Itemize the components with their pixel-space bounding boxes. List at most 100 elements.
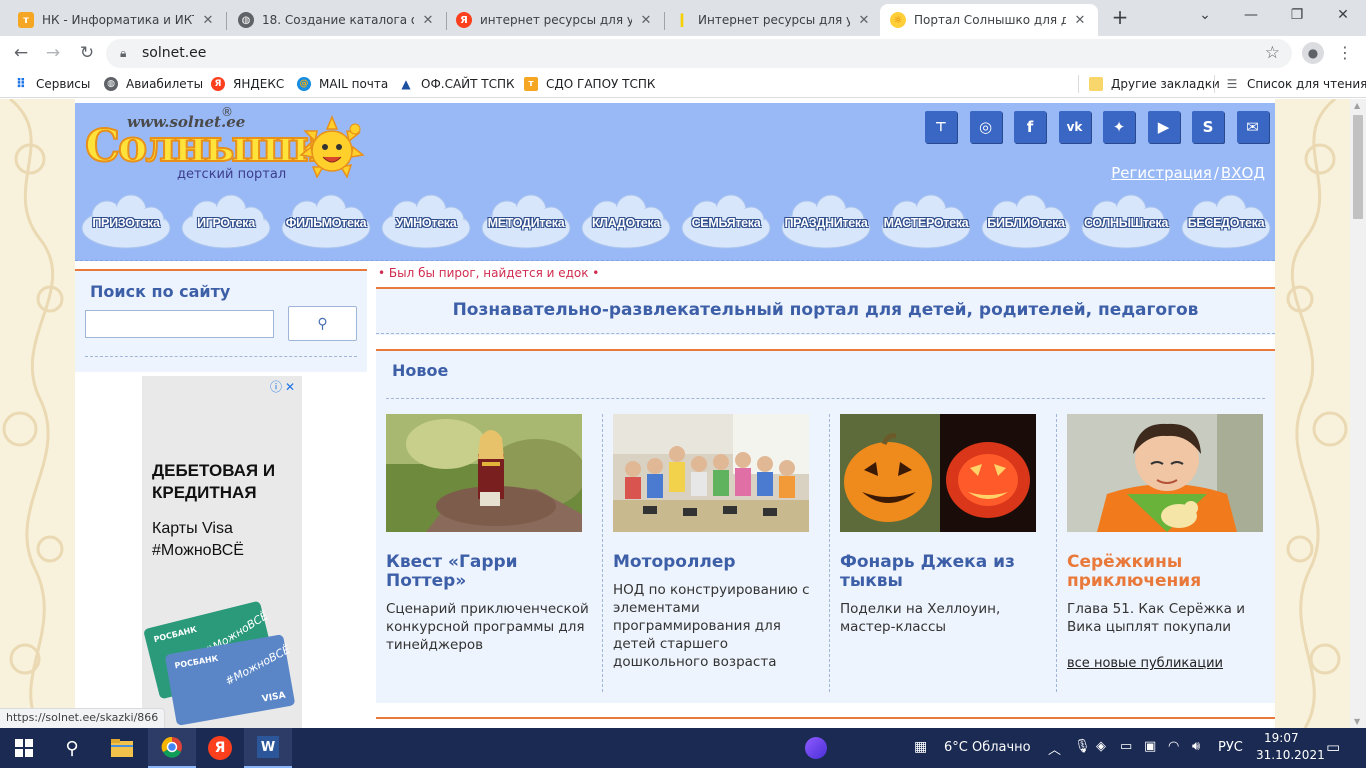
nav-item[interactable]: ПРАЗДНИтека bbox=[779, 194, 873, 254]
close-tab-icon[interactable]: ✕ bbox=[638, 13, 654, 28]
news-card[interactable]: Квест «Гарри Поттер» Сценарий приключенч… bbox=[376, 414, 603, 692]
close-tab-icon[interactable]: ✕ bbox=[200, 13, 216, 28]
bookmark-star-icon[interactable]: ☆ bbox=[1265, 43, 1280, 63]
news-image[interactable] bbox=[840, 414, 1036, 532]
scroll-down-icon[interactable]: ▼ bbox=[1354, 717, 1360, 726]
bookmark-item[interactable]: Я ЯНДЕКС bbox=[211, 75, 284, 93]
file-explorer-button[interactable] bbox=[98, 728, 146, 768]
alice-button[interactable] bbox=[792, 728, 840, 768]
browser-tab[interactable]: Я интернет ресурсы для учите ✕ bbox=[446, 4, 664, 36]
nav-item[interactable]: МАСТЕРОтека bbox=[879, 194, 973, 254]
microphone-icon[interactable]: 🎙︎ bbox=[1074, 739, 1091, 754]
ad-choices-icon[interactable]: ⓘ✕ bbox=[270, 378, 298, 395]
bookmark-item[interactable]: ▲ ОФ.САЙТ ТСПК bbox=[399, 75, 514, 93]
search-button[interactable]: ⚲ bbox=[288, 306, 357, 341]
weather-text[interactable]: 6°C Облачно bbox=[944, 740, 1031, 755]
news-card-title[interactable]: Фонарь Джека из тыквы bbox=[840, 553, 1045, 591]
yandex-icon: Я bbox=[456, 12, 472, 28]
nav-item[interactable]: МЕТОДИтека bbox=[479, 194, 573, 254]
windows-icon bbox=[15, 739, 33, 757]
bookmark-item[interactable]: ⠿ Сервисы bbox=[14, 75, 90, 93]
site-logo[interactable]: www.solnet.ee ® Солнышк детский портал bbox=[84, 105, 375, 185]
network-icon[interactable]: ▣ bbox=[1144, 739, 1156, 754]
news-image[interactable] bbox=[613, 414, 809, 532]
bookmark-item[interactable]: @ MAIL почта bbox=[297, 75, 388, 93]
lock-icon[interactable]: 🔒︎ bbox=[120, 46, 126, 61]
nav-item[interactable]: КЛАДОтека bbox=[579, 194, 673, 254]
restore-button[interactable]: ❐ bbox=[1274, 0, 1320, 30]
other-bookmarks[interactable]: Другие закладки bbox=[1078, 75, 1220, 93]
tspk-logo-icon: ▲ bbox=[401, 77, 411, 91]
news-card-title[interactable]: Серёжкины приключения bbox=[1067, 553, 1272, 591]
sitemap-icon[interactable]: ⊤ bbox=[925, 111, 957, 143]
news-image[interactable] bbox=[386, 414, 582, 532]
new-tab-button[interactable]: + bbox=[1108, 6, 1132, 30]
nav-item[interactable]: ФИЛЬМОтека bbox=[279, 194, 373, 254]
reload-icon[interactable]: ↻ bbox=[76, 42, 98, 64]
bookmark-item[interactable]: ◍ Авиабилеты bbox=[104, 75, 203, 93]
close-window-button[interactable]: ✕ bbox=[1320, 0, 1366, 30]
ad-banner[interactable]: ⓘ✕ ДЕБЕТОВАЯ И КРЕДИТНАЯ Карты Visa #Мож… bbox=[142, 376, 302, 728]
twitter-icon[interactable]: ✦ bbox=[1103, 111, 1135, 143]
browser-tab[interactable]: ǀ Интернет ресурсы для учит ✕ bbox=[664, 4, 882, 36]
bookmark-item[interactable]: т СДО ГАПОУ ТСПК bbox=[524, 75, 655, 93]
nav-item[interactable]: БЕСЕДОтека bbox=[1179, 194, 1273, 254]
defender-icon[interactable]: ◈ bbox=[1096, 739, 1106, 754]
scroll-thumb[interactable] bbox=[1353, 115, 1363, 219]
scroll-up-icon[interactable]: ▲ bbox=[1354, 101, 1360, 110]
address-bar[interactable]: 🔒︎ solnet.ee ☆ bbox=[106, 39, 1292, 68]
news-image[interactable] bbox=[1067, 414, 1263, 532]
facebook-icon[interactable]: f bbox=[1014, 111, 1046, 143]
youtube-icon[interactable]: ▶ bbox=[1147, 111, 1180, 143]
minimize-button[interactable]: — bbox=[1228, 0, 1274, 30]
skype-icon[interactable]: S bbox=[1192, 111, 1224, 143]
browser-tab[interactable]: ◍ 18. Создание каталога обра ✕ bbox=[228, 4, 446, 36]
clock-date[interactable]: 31.10.2021 bbox=[1256, 748, 1325, 762]
nav-item[interactable]: УМНОтека bbox=[379, 194, 473, 254]
close-tab-icon[interactable]: ✕ bbox=[856, 13, 872, 28]
nav-item[interactable]: ПРИЗОтека bbox=[79, 194, 173, 254]
battery-icon[interactable]: ▭ bbox=[1120, 739, 1132, 754]
profile-avatar[interactable]: ● bbox=[1302, 42, 1324, 64]
news-card[interactable]: Серёжкины приключения Глава 51. Как Серё… bbox=[1057, 414, 1284, 692]
wifi-icon[interactable]: ◠ bbox=[1168, 739, 1179, 754]
nav-item[interactable]: БИБЛИОтека bbox=[979, 194, 1073, 254]
language-indicator[interactable]: РУС bbox=[1218, 740, 1243, 755]
email-icon[interactable]: ✉ bbox=[1236, 111, 1269, 143]
nav-item[interactable]: СОЛНЫШтека bbox=[1079, 194, 1173, 254]
news-card[interactable]: Мотороллер НОД по конструированию с элем… bbox=[603, 414, 830, 692]
vk-icon[interactable]: vk bbox=[1058, 111, 1091, 143]
notifications-icon[interactable]: ▭ bbox=[1326, 738, 1340, 756]
word-button[interactable]: W bbox=[244, 728, 292, 768]
tspk-icon: т bbox=[524, 77, 538, 91]
tab-search-icon[interactable]: ⌄ bbox=[1182, 0, 1228, 30]
news-card[interactable]: Фонарь Джека из тыквы Поделки на Хеллоуи… bbox=[830, 414, 1057, 692]
chrome-button[interactable] bbox=[148, 728, 196, 768]
news-card-desc: НОД по конструированию с элементами прог… bbox=[613, 582, 810, 670]
login-link[interactable]: ВХОД bbox=[1221, 164, 1265, 182]
search-button[interactable]: ⚲ bbox=[48, 728, 96, 768]
clock-time[interactable]: 19:07 bbox=[1264, 731, 1299, 745]
start-button[interactable] bbox=[0, 728, 48, 768]
volume-icon[interactable]: 🔊︎ bbox=[1192, 739, 1200, 754]
browser-tab[interactable]: т НК - Информатика и ИКТ в ✕ bbox=[8, 4, 226, 36]
news-card-title[interactable]: Мотороллер bbox=[613, 553, 818, 572]
close-tab-icon[interactable]: ✕ bbox=[420, 13, 436, 28]
browser-tab-active[interactable]: ☼ Портал Солнышко для дете ✕ bbox=[880, 4, 1098, 36]
search-input[interactable] bbox=[85, 310, 274, 338]
news-card-title[interactable]: Квест «Гарри Поттер» bbox=[386, 553, 591, 591]
close-tab-icon[interactable]: ✕ bbox=[1072, 13, 1088, 28]
page-scrollbar[interactable]: ▲ ▼ bbox=[1350, 99, 1366, 728]
reading-list[interactable]: ☰ Список для чтения bbox=[1214, 75, 1366, 93]
yandex-browser-button[interactable]: Я bbox=[196, 728, 244, 768]
register-link[interactable]: Регистрация bbox=[1111, 164, 1212, 182]
menu-icon[interactable]: ⋮ bbox=[1334, 42, 1356, 64]
nav-item[interactable]: СЕМЬЯтека bbox=[679, 194, 773, 254]
sun-icon: ☼ bbox=[890, 12, 906, 28]
tray-expand-icon[interactable]: ︿ bbox=[1048, 739, 1061, 758]
nav-item[interactable]: ИГРОтека bbox=[179, 194, 273, 254]
back-icon[interactable]: ← bbox=[10, 42, 32, 64]
all-news-link[interactable]: все новые публикации bbox=[1067, 656, 1223, 671]
instagram-icon[interactable]: ◎ bbox=[969, 111, 1002, 143]
forward-icon[interactable]: → bbox=[42, 42, 64, 64]
